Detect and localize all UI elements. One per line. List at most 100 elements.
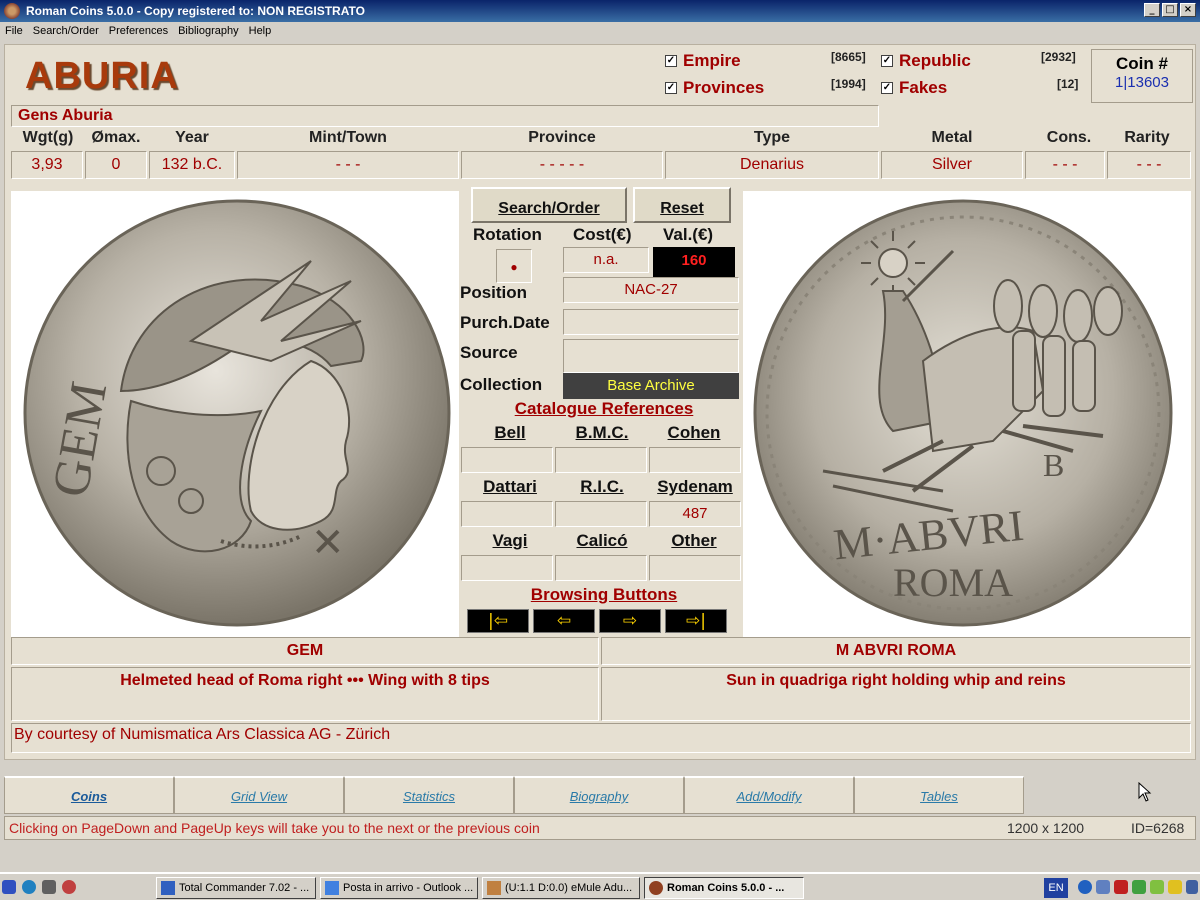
tray-volume-icon[interactable] — [1186, 880, 1198, 894]
status-hint: Clicking on PageDown and PageUp keys wil… — [9, 820, 540, 836]
first-coin-button[interactable]: |⇦ — [467, 609, 529, 633]
fakes-label: Fakes — [899, 78, 948, 97]
position-field[interactable]: NAC-27 — [563, 277, 739, 303]
ref-calico-field[interactable] — [555, 555, 647, 581]
reset-button[interactable]: Reset — [633, 187, 731, 223]
task-label: Posta in arrivo - Outlook ... — [343, 882, 474, 894]
tab-tables[interactable]: Tables — [854, 776, 1024, 814]
obverse-description: Helmeted head of Roma right ••• Wing wit… — [11, 667, 599, 721]
next-coin-button[interactable]: ⇨ — [599, 609, 661, 633]
position-label: Position — [460, 283, 528, 302]
menu-bibliography[interactable]: Bibliography — [173, 25, 244, 37]
tray-antivirus-icon[interactable] — [1132, 880, 1146, 894]
tray-update-icon[interactable] — [1150, 880, 1164, 894]
menu-file[interactable]: File — [0, 25, 28, 37]
republic-checkbox[interactable]: ✓ Republic — [881, 51, 971, 71]
source-field[interactable] — [563, 339, 739, 373]
empire-checkbox[interactable]: ✓ Empire — [665, 51, 741, 71]
tab-coins[interactable]: Coins — [4, 776, 174, 814]
republic-count: [2932] — [1041, 50, 1076, 64]
cost-field[interactable]: n.a. — [563, 247, 649, 273]
empire-check[interactable]: ✓ — [665, 55, 677, 67]
provinces-label: Provinces — [683, 78, 765, 97]
tray-k-icon[interactable] — [1114, 880, 1128, 894]
tab-grid-view[interactable]: Grid View — [174, 776, 344, 814]
obverse-legend: GEM — [11, 637, 599, 665]
republic-check[interactable]: ✓ — [881, 55, 893, 67]
quicklaunch-browser-icon[interactable] — [62, 880, 76, 894]
provinces-check[interactable]: ✓ — [665, 82, 677, 94]
value-field[interactable]: 160 — [653, 247, 735, 277]
fakes-checkbox[interactable]: ✓ Fakes — [881, 78, 947, 98]
last-coin-button[interactable]: ⇨| — [665, 609, 727, 633]
quicklaunch-app-icon[interactable] — [42, 880, 56, 894]
status-bar: Clicking on PageDown and PageUp keys wil… — [4, 816, 1196, 840]
search-order-button[interactable]: Search/Order — [471, 187, 627, 223]
quicklaunch-desktop-icon[interactable] — [2, 880, 16, 894]
value-year: 132 b.C. — [149, 151, 235, 179]
republic-label: Republic — [899, 51, 971, 70]
rotation-label: Rotation — [473, 225, 542, 244]
ref-calico-label: Calicó — [576, 531, 628, 550]
tray-shield-icon[interactable] — [1168, 880, 1182, 894]
provinces-count: [1994] — [831, 77, 866, 91]
header-mint: Mint/Town — [309, 129, 387, 146]
menu-preferences[interactable]: Preferences — [104, 25, 173, 37]
mail-icon — [325, 881, 339, 895]
minimize-button[interactable]: _ — [1144, 3, 1160, 17]
ref-bell-field[interactable] — [461, 447, 553, 473]
maximize-button[interactable]: □ — [1162, 3, 1178, 17]
ref-cohen-field[interactable] — [649, 447, 741, 473]
value-metal: Silver — [881, 151, 1023, 179]
ref-dattari-field[interactable] — [461, 501, 553, 527]
ref-ric-label: R.I.C. — [580, 477, 624, 496]
collection-field[interactable]: Base Archive — [563, 373, 739, 399]
task-outlook[interactable]: Posta in arrivo - Outlook ... — [320, 877, 478, 899]
ref-other-field[interactable] — [649, 555, 741, 581]
task-emule[interactable]: (U:1.1 D:0.0) eMule Adu... — [482, 877, 640, 899]
task-total-commander[interactable]: Total Commander 7.02 - ... — [156, 877, 316, 899]
purchase-date-label: Purch.Date — [460, 313, 550, 332]
ref-vagi-label: Vagi — [492, 531, 528, 550]
value-label: Val.(€) — [663, 225, 714, 244]
task-roman-coins[interactable]: Roman Coins 5.0.0 - ... — [644, 877, 804, 899]
gens-name: Gens Aburia — [11, 105, 879, 127]
header-type: Type — [753, 129, 791, 146]
previous-coin-button[interactable]: ⇦ — [533, 609, 595, 633]
reverse-description: Sun in quadriga right holding whip and r… — [601, 667, 1191, 721]
ref-other-label: Other — [671, 531, 717, 550]
ref-ric-field[interactable] — [555, 501, 647, 527]
ref-bmc-field[interactable] — [555, 447, 647, 473]
fakes-check[interactable]: ✓ — [881, 82, 893, 94]
ref-bmc-label: B.M.C. — [575, 423, 629, 442]
status-id: ID=6268 — [1131, 820, 1185, 836]
menu-search-order[interactable]: Search/Order — [28, 25, 104, 37]
app-icon — [4, 3, 20, 19]
rotation-indicator[interactable]: ● — [496, 249, 532, 283]
tab-statistics[interactable]: Statistics — [344, 776, 514, 814]
ref-bell-label: Bell — [494, 423, 526, 442]
value-rarity: - - - — [1107, 151, 1191, 179]
tab-biography[interactable]: Biography — [514, 776, 684, 814]
tray-monitor-icon[interactable] — [1096, 880, 1110, 894]
collection-label: Collection — [460, 375, 543, 394]
purchase-date-field[interactable] — [563, 309, 739, 335]
taskbar: Total Commander 7.02 - ... Posta in arri… — [0, 872, 1200, 900]
ref-dattari-label: Dattari — [483, 477, 537, 496]
reverse-image[interactable]: B M·ABVRI ROMA — [743, 191, 1191, 637]
menu-help[interactable]: Help — [244, 25, 277, 37]
ref-sydenam-field[interactable]: 487 — [649, 501, 741, 527]
language-indicator[interactable]: EN — [1044, 878, 1068, 898]
provinces-checkbox[interactable]: ✓ Provinces — [665, 78, 764, 98]
header-weight: Wgt(g) — [22, 129, 74, 146]
coin-icon — [649, 881, 663, 895]
close-button[interactable]: × — [1180, 3, 1196, 17]
ref-vagi-field[interactable] — [461, 555, 553, 581]
browsing-buttons-title: Browsing Buttons — [530, 585, 678, 604]
obverse-image[interactable]: GEM ✕ — [11, 191, 459, 637]
header-metal: Metal — [931, 129, 973, 146]
header-province: Province — [528, 129, 596, 146]
quicklaunch-media-icon[interactable] — [22, 880, 36, 894]
tab-add-modify[interactable]: Add/Modify — [684, 776, 854, 814]
tray-network-icon[interactable] — [1078, 880, 1092, 894]
